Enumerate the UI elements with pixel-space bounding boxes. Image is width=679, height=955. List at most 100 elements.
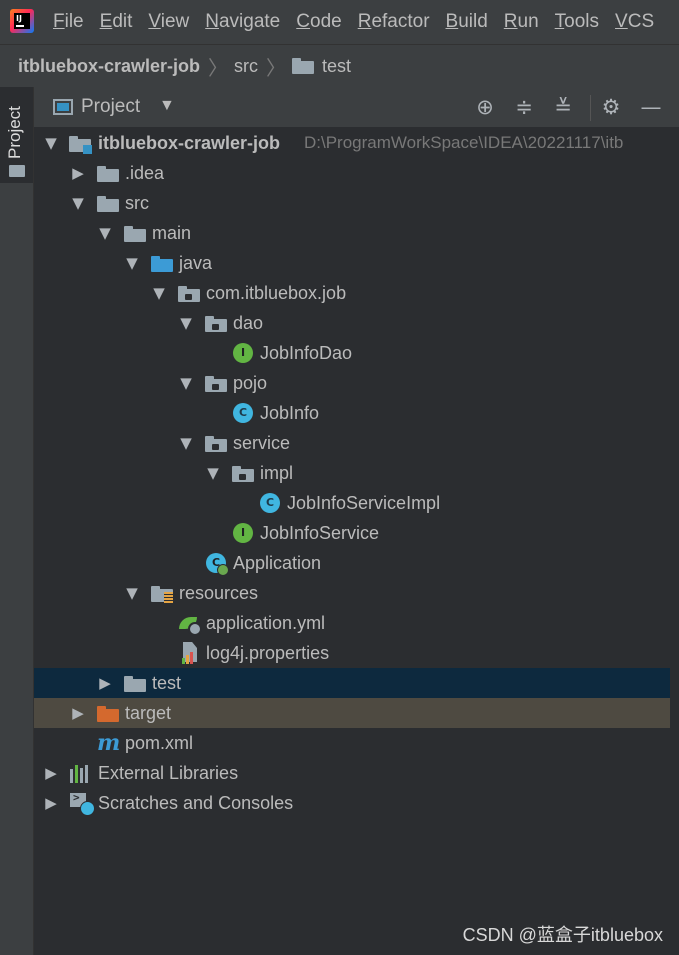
class-icon: C xyxy=(260,493,280,513)
interface-icon: I xyxy=(233,343,253,363)
folder-icon xyxy=(97,166,119,182)
chevron-right-icon[interactable]: ▶ xyxy=(44,788,58,818)
menu-run[interactable]: Run xyxy=(504,11,539,33)
minimize-icon[interactable]: — xyxy=(639,95,663,119)
interface-icon: I xyxy=(233,523,253,543)
tree-label: resources xyxy=(179,583,259,603)
tree-row-src[interactable]: ▼ src xyxy=(34,188,670,218)
spring-boot-class-icon: C xyxy=(206,553,229,576)
tree-row-pojo[interactable]: ▼ pojo xyxy=(34,368,670,398)
project-path: D:\ProgramWorkSpace\IDEA\20221117\itb xyxy=(304,133,624,152)
chevron-down-icon[interactable]: ▼ xyxy=(179,368,193,398)
tree-label: Scratches and Consoles xyxy=(98,793,294,813)
chevron-down-icon[interactable]: ▼ xyxy=(206,458,220,488)
resources-folder-icon xyxy=(151,586,173,603)
tree-row-impl[interactable]: ▼ impl xyxy=(34,458,670,488)
chevron-right-icon[interactable]: ▶ xyxy=(44,758,58,788)
package-icon xyxy=(232,466,254,482)
chevron-down-icon[interactable]: ▼ xyxy=(125,248,139,278)
chevron-down-icon[interactable]: ▼ xyxy=(159,97,175,115)
tree-row-service[interactable]: ▼ service xyxy=(34,428,670,458)
tree-row-application[interactable]: C Application xyxy=(34,548,670,578)
menu-build[interactable]: Build xyxy=(446,11,488,33)
scratches-icon xyxy=(70,791,95,816)
tree-row-jobinfodao[interactable]: I JobInfoDao xyxy=(34,338,670,368)
breadcrumb-separator-icon: 〉 xyxy=(208,57,229,80)
tree-row-java[interactable]: ▼ java xyxy=(34,248,670,278)
chevron-down-icon[interactable]: ▼ xyxy=(98,218,112,248)
menu-view[interactable]: View xyxy=(148,11,189,33)
tree-label: application.yml xyxy=(206,613,326,633)
menu-tools[interactable]: Tools xyxy=(555,11,599,33)
menu-navigate[interactable]: Navigate xyxy=(205,11,280,33)
project-tool-tab[interactable]: Project xyxy=(0,87,33,183)
folder-icon xyxy=(9,165,25,177)
menu-items: File Edit View Navigate Code Refactor Bu… xyxy=(53,0,670,44)
expand-all-icon[interactable]: ≑ xyxy=(512,95,536,119)
tree-row-application-yml[interactable]: application.yml xyxy=(34,608,670,638)
tree-row-jobinfoservice[interactable]: I JobInfoService xyxy=(34,518,670,548)
tree-label: pom.xml xyxy=(125,733,194,753)
excluded-folder-icon xyxy=(97,706,119,722)
breadcrumb-project[interactable]: itbluebox-crawler-job xyxy=(18,56,200,77)
chevron-down-icon[interactable]: ▼ xyxy=(179,308,193,338)
menu-refactor[interactable]: Refactor xyxy=(358,11,430,33)
panel-title[interactable]: Project xyxy=(81,96,140,118)
maven-icon: m xyxy=(97,730,121,756)
menu-code[interactable]: Code xyxy=(296,11,341,33)
tree-row-dao[interactable]: ▼ dao xyxy=(34,308,670,338)
tree-row-package-root[interactable]: ▼ com.itbluebox.job xyxy=(34,278,670,308)
locate-icon[interactable]: ⊕ xyxy=(473,95,497,119)
gear-icon[interactable]: ⚙ xyxy=(599,95,623,119)
tree-label: External Libraries xyxy=(98,763,239,783)
divider xyxy=(590,95,591,121)
chevron-right-icon[interactable]: ▶ xyxy=(71,158,85,188)
tree-label: java xyxy=(179,253,213,273)
tree-row-jobinfo[interactable]: C JobInfo xyxy=(34,398,670,428)
tree-label: test xyxy=(152,673,182,693)
tree-label: src xyxy=(125,193,149,213)
menu-vcs[interactable]: VCS xyxy=(615,11,654,33)
tree-label: log4j.properties xyxy=(206,643,330,663)
tree-row-pom-xml[interactable]: m pom.xml xyxy=(34,728,670,758)
tree-row-resources[interactable]: ▼ resources xyxy=(34,578,670,608)
tree-label: com.itbluebox.job xyxy=(206,283,347,303)
tree-row-target[interactable]: ▶ target xyxy=(34,698,670,728)
chevron-down-icon[interactable]: ▼ xyxy=(44,128,58,158)
folder-icon xyxy=(97,196,119,212)
package-icon xyxy=(205,316,227,332)
tree-row-jobinfoserviceimpl[interactable]: C JobInfoServiceImpl xyxy=(34,488,670,518)
spring-config-icon xyxy=(179,614,202,636)
menu-edit[interactable]: Edit xyxy=(100,11,133,33)
project-tree: ▼ itbluebox-crawler-job D:\ProgramWorkSp… xyxy=(34,127,679,955)
tree-row-test[interactable]: ▶ test xyxy=(34,668,670,698)
tree-row-scratches[interactable]: ▶ Scratches and Consoles xyxy=(34,788,670,818)
chevron-down-icon[interactable]: ▼ xyxy=(125,578,139,608)
chevron-down-icon[interactable]: ▼ xyxy=(71,188,85,218)
tree-row-idea[interactable]: ▶ .idea xyxy=(34,158,670,188)
tree-row-root[interactable]: ▼ itbluebox-crawler-job D:\ProgramWorkSp… xyxy=(34,128,670,158)
chevron-right-icon[interactable]: ▶ xyxy=(98,668,112,698)
tree-row-log4j-properties[interactable]: log4j.properties xyxy=(34,638,670,668)
tree-label: .idea xyxy=(125,163,165,183)
folder-icon xyxy=(124,226,146,242)
navigation-bar: itbluebox-crawler-job 〉 src 〉 test xyxy=(0,44,679,87)
tree-label: JobInfoService xyxy=(260,523,380,543)
folder-icon xyxy=(124,676,146,692)
project-view-icon xyxy=(53,99,73,115)
chevron-right-icon[interactable]: ▶ xyxy=(71,698,85,728)
watermark: CSDN @蓝盒子itbluebox xyxy=(462,925,663,945)
breadcrumb-test[interactable]: test xyxy=(322,56,351,77)
tree-label: pojo xyxy=(233,373,268,393)
breadcrumb-src[interactable]: src xyxy=(234,56,258,77)
chevron-down-icon[interactable]: ▼ xyxy=(179,428,193,458)
properties-file-icon xyxy=(180,642,200,664)
collapse-all-icon[interactable]: ≚ xyxy=(551,95,575,119)
source-folder-icon xyxy=(151,256,173,272)
tree-label: Application xyxy=(233,553,322,573)
menu-file[interactable]: File xyxy=(53,11,84,33)
chevron-down-icon[interactable]: ▼ xyxy=(152,278,166,308)
tree-label: JobInfoServiceImpl xyxy=(287,493,441,513)
tree-row-external-libraries[interactable]: ▶ External Libraries xyxy=(34,758,670,788)
tree-row-main[interactable]: ▼ main xyxy=(34,218,670,248)
